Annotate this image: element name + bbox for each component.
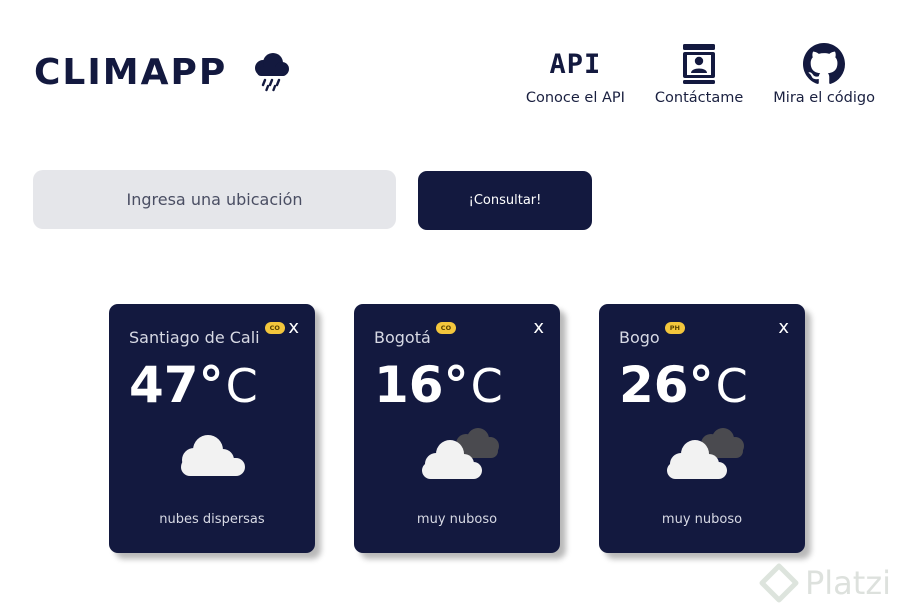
- top-nav: API Conoce el API Contáctame Mira el cód…: [526, 42, 875, 106]
- nav-label-contact: Contáctame: [654, 90, 744, 106]
- rain-cloud-icon: [255, 52, 290, 91]
- weather-description: muy nuboso: [416, 512, 498, 527]
- country-badge: PH: [664, 322, 685, 334]
- card-temperature: 26° C: [619, 356, 748, 414]
- close-card-button[interactable]: x: [288, 319, 299, 337]
- contact-book-icon: [681, 42, 717, 86]
- weather-description: muy nuboso: [661, 512, 743, 527]
- scattered-clouds-icon: [181, 435, 245, 476]
- api-icon: API: [549, 48, 602, 80]
- nav-item-contact[interactable]: Contáctame: [655, 42, 743, 106]
- broken-clouds-icon: [667, 428, 744, 479]
- temperature-unit: C: [225, 359, 258, 413]
- temperature-value: 16°: [374, 356, 469, 414]
- country-badge: CO: [264, 322, 285, 334]
- brand: CLIMAPP: [34, 52, 293, 93]
- weather-card: Santiago de Cali CO x 47° C nubes disper…: [109, 304, 315, 553]
- close-card-button[interactable]: x: [533, 319, 544, 337]
- card-temperature: 16° C: [374, 356, 503, 414]
- consult-button[interactable]: ¡Consultar!: [418, 171, 592, 230]
- temperature-value: 26°: [619, 356, 714, 414]
- city-name: Bogotá: [374, 328, 431, 347]
- temperature-unit: C: [470, 359, 503, 413]
- nav-label-api: Conoce el API: [525, 90, 625, 106]
- temperature-unit: C: [715, 359, 748, 413]
- weather-description: nubes dispersas: [159, 512, 265, 527]
- platzi-watermark: Platzi: [759, 563, 891, 603]
- nav-item-api[interactable]: API Conoce el API: [525, 42, 625, 107]
- platzi-logo-icon: [759, 563, 799, 603]
- weather-card: Bogotá CO x 16° C muy nuboso: [354, 304, 560, 553]
- app-title: CLIMAPP: [34, 52, 228, 93]
- page: CLIMAPP API Conoce el API Contáctame Mir…: [0, 0, 899, 613]
- city-name: Bogo: [619, 328, 660, 347]
- location-search-input[interactable]: [33, 170, 396, 229]
- close-card-button[interactable]: x: [778, 319, 789, 337]
- weather-cards: Santiago de Cali CO x 47° C nubes disper…: [109, 304, 805, 553]
- nav-item-github[interactable]: Mira el código: [773, 42, 875, 106]
- broken-clouds-icon: [422, 428, 499, 479]
- nav-label-github: Mira el código: [773, 90, 875, 106]
- city-name: Santiago de Cali: [129, 328, 260, 347]
- card-temperature: 47° C: [129, 356, 258, 414]
- weather-card: Bogo PH x 26° C muy nuboso: [599, 304, 805, 553]
- card-city: Bogo PH: [619, 322, 685, 347]
- country-badge: CO: [435, 322, 457, 334]
- github-icon: [803, 42, 846, 86]
- card-city: Bogotá CO: [374, 322, 457, 347]
- card-city: Santiago de Cali CO: [129, 322, 285, 347]
- temperature-value: 47°: [129, 356, 224, 414]
- watermark-text: Platzi: [804, 564, 891, 602]
